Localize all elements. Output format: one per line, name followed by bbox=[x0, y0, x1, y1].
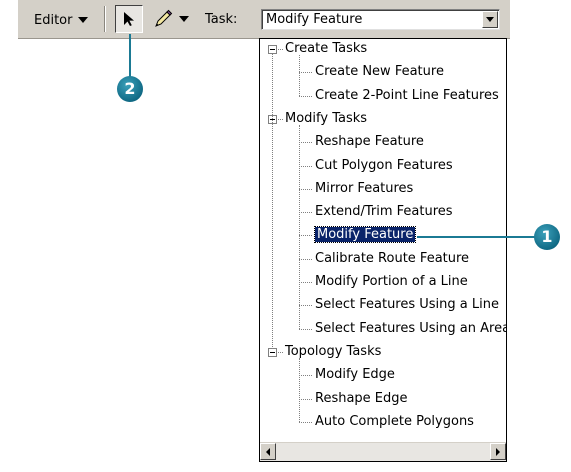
tree-item[interactable]: Modify Edge bbox=[315, 365, 395, 385]
tree-connector bbox=[299, 55, 300, 96]
tree-group-0[interactable]: Create Tasks bbox=[285, 39, 367, 59]
tree-connector bbox=[299, 95, 312, 97]
tree-item-label: Create 2-Point Line Features bbox=[315, 87, 499, 103]
tree-item-label: Reshape Feature bbox=[315, 134, 424, 150]
sketch-tool-button[interactable] bbox=[152, 7, 196, 31]
tree-connector bbox=[299, 305, 312, 307]
callout-2-leader bbox=[129, 34, 131, 78]
tree-connector bbox=[278, 118, 283, 120]
tree-item-label: Create New Feature bbox=[315, 64, 444, 80]
tree-connector bbox=[299, 165, 312, 167]
pencil-icon bbox=[155, 9, 173, 27]
tree-connector bbox=[299, 258, 312, 260]
tree-item[interactable]: Modify Feature bbox=[313, 225, 417, 245]
edit-tool-button[interactable] bbox=[115, 5, 143, 33]
tree-item-label: Select Features Using a Line bbox=[315, 297, 499, 313]
tree-connector bbox=[299, 124, 300, 329]
tree-connector bbox=[299, 235, 312, 237]
tree-item[interactable]: Auto Complete Polygons bbox=[315, 412, 474, 432]
task-dropdown-list: Create Tasks Create New Feature Create 2-P… bbox=[259, 38, 507, 462]
tree-connector bbox=[299, 398, 312, 400]
tree-connector bbox=[299, 357, 300, 422]
tree-item[interactable]: Cut Polygon Features bbox=[315, 156, 453, 176]
tree-item[interactable]: Reshape Edge bbox=[315, 389, 408, 409]
tree-connector bbox=[299, 72, 312, 74]
editor-menu[interactable]: Editor bbox=[34, 10, 89, 30]
tree-item-label: Cut Polygon Features bbox=[315, 157, 453, 173]
tree-group-label: Modify Tasks bbox=[285, 110, 368, 126]
horizontal-scrollbar[interactable] bbox=[260, 442, 506, 461]
tree-connector bbox=[299, 328, 312, 330]
tree-item[interactable]: Extend/Trim Features bbox=[315, 202, 453, 222]
tree-item[interactable]: Calibrate Route Feature bbox=[315, 249, 469, 269]
tree-item-label: Calibrate Route Feature bbox=[315, 250, 470, 266]
toolbar-separator bbox=[104, 6, 106, 32]
callout-1-badge: 1 bbox=[534, 224, 560, 250]
task-dropdown[interactable]: Modify Feature bbox=[261, 9, 500, 30]
task-dropdown-button[interactable] bbox=[482, 11, 498, 28]
tree-item[interactable]: Reshape Feature bbox=[315, 132, 424, 152]
tree-connector bbox=[299, 282, 312, 283]
tree-group-1[interactable]: Modify Tasks bbox=[285, 109, 367, 129]
editor-menu-label: Editor bbox=[34, 12, 73, 28]
tree-item-label: Extend/Trim Features bbox=[315, 204, 453, 220]
tree-item[interactable]: Create New Feature bbox=[315, 62, 444, 82]
chevron-down-icon bbox=[486, 17, 494, 22]
tree-connector bbox=[272, 54, 273, 347]
callout-1-leader bbox=[417, 236, 542, 238]
tree-item-label: Modify Feature bbox=[313, 226, 417, 244]
task-label: Task: bbox=[205, 12, 238, 27]
tree-connector bbox=[299, 375, 312, 377]
scroll-right-button[interactable] bbox=[490, 443, 506, 460]
tree-item-label: Mirror Features bbox=[315, 180, 414, 196]
arrow-pointer-icon bbox=[124, 12, 134, 26]
callout-2-badge: 2 bbox=[117, 76, 143, 102]
tree-group-label: Topology Tasks bbox=[285, 343, 382, 359]
tree-group-label: Create Tasks bbox=[285, 41, 368, 56]
scroll-left-button[interactable] bbox=[260, 443, 276, 460]
tree-item-label: Reshape Edge bbox=[315, 390, 408, 406]
tree-connector bbox=[278, 351, 283, 353]
collapse-icon[interactable] bbox=[268, 347, 277, 357]
tree-connector bbox=[278, 49, 283, 50]
tree-connector bbox=[299, 142, 312, 144]
chevron-down-icon[interactable] bbox=[179, 16, 189, 22]
tree-item-label: Auto Complete Polygons bbox=[315, 413, 474, 429]
arrow-left-icon bbox=[266, 447, 270, 456]
tree-connector bbox=[299, 421, 312, 423]
task-dropdown-value: Modify Feature bbox=[266, 12, 363, 27]
tree-connector bbox=[299, 188, 312, 190]
task-tree: Create Tasks Create New Feature Create 2-P… bbox=[260, 39, 506, 441]
editor-toolbar: Editor Task: Modify Feature bbox=[18, 0, 510, 39]
tree-item-label: Select Features Using an Area bbox=[315, 320, 507, 336]
tree-connector bbox=[299, 212, 312, 214]
tree-item[interactable]: Modify Portion of a Line bbox=[315, 272, 468, 292]
tree-item[interactable]: Select Features Using a Line bbox=[315, 295, 499, 315]
tree-item[interactable]: Mirror Features bbox=[315, 179, 413, 199]
arrow-right-icon bbox=[496, 447, 500, 456]
tree-item-label: Modify Edge bbox=[315, 367, 395, 383]
collapse-icon[interactable] bbox=[268, 45, 277, 54]
tree-item[interactable]: Create 2-Point Line Features bbox=[315, 86, 499, 106]
chevron-down-icon bbox=[78, 17, 89, 23]
tree-item-label: Modify Portion of a Line bbox=[315, 274, 468, 289]
tree-item[interactable]: Select Features Using an Area bbox=[315, 319, 507, 339]
